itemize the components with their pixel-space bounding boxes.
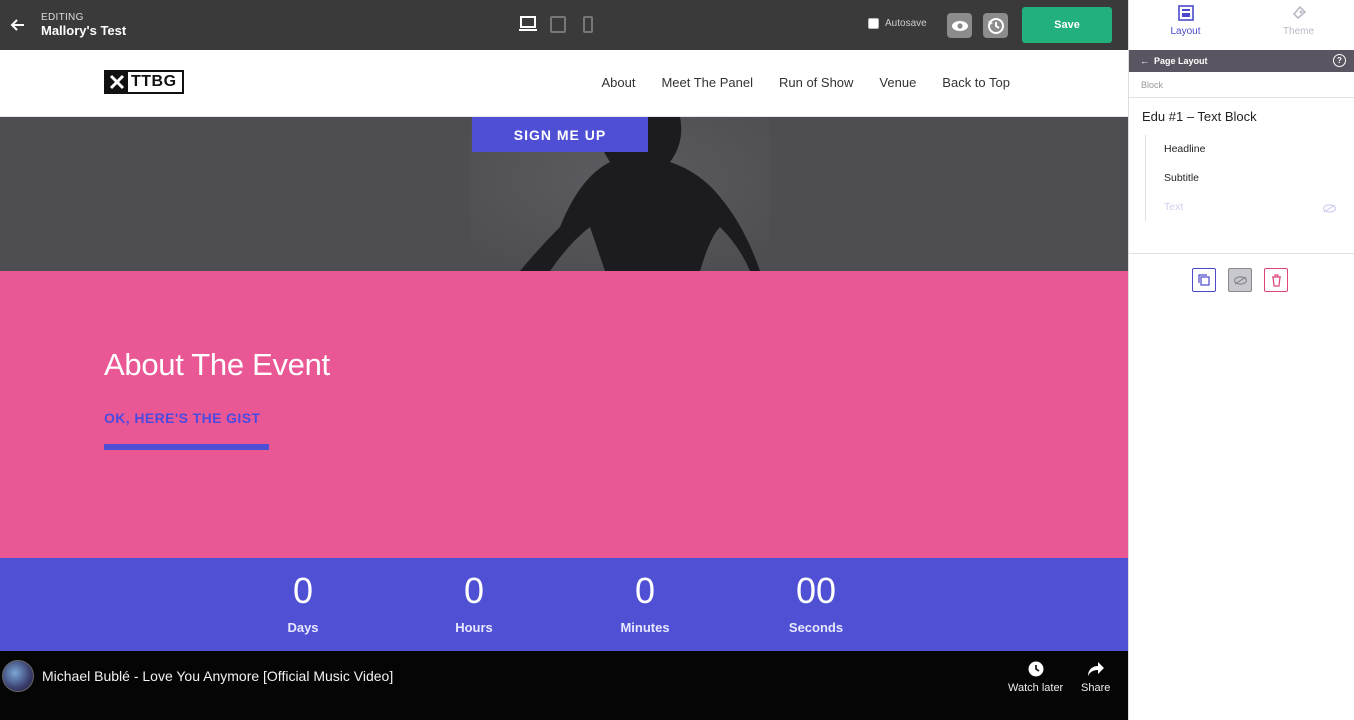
tab-theme[interactable]: Theme [1242,0,1354,50]
logo-text: TTBG [131,73,177,90]
eye-icon [951,20,968,31]
panel-tabs: Layout Theme [1129,0,1354,50]
editor-toolbar: EDITING Mallory's Test Autosave Save [0,0,1128,50]
duplicate-button[interactable] [1192,268,1216,292]
save-button[interactable]: Save [1022,7,1112,43]
countdown-minutes-value: 0 [634,570,656,611]
nav-link-meet-the-panel[interactable]: Meet The Panel [661,75,753,90]
block-item-subtitle[interactable]: Subtitle [1164,172,1199,184]
theme-brush-icon [1292,5,1306,20]
panel-divider [1129,97,1354,98]
layout-icon [1177,5,1194,21]
nav-link-back-to-top[interactable]: Back to Top [942,75,1010,90]
countdown-days-value: 0 [292,570,314,611]
countdown-hours: 0 Hours [414,570,534,635]
trash-icon [1271,273,1281,287]
countdown-minutes: 0 Minutes [585,570,705,635]
panel-header-title: Page Layout [1154,56,1208,66]
help-icon[interactable]: ? [1333,54,1346,67]
video-title[interactable]: Michael Bublé - Love You Anymore [Offici… [42,668,393,684]
preview-button[interactable] [947,13,972,38]
video-overlay-bar: Michael Bublé - Love You Anymore [Offici… [0,651,1128,720]
tab-layout-label: Layout [1170,26,1201,37]
device-switcher [519,15,597,33]
countdown-seconds-label: Seconds [788,620,844,635]
tab-layout[interactable]: Layout [1129,0,1242,50]
block-item-text[interactable]: Text [1164,201,1183,213]
site-logo[interactable]: TTBG [104,70,184,94]
block-actions [1192,268,1288,292]
panel-divider [1129,253,1354,254]
panel-back-icon[interactable]: ← [1140,56,1149,66]
mobile-view-icon[interactable] [579,15,597,33]
about-divider-bar [104,444,269,450]
sign-me-up-button[interactable]: SIGN ME UP [472,117,648,152]
duplicate-icon [1198,274,1210,286]
hide-eye-icon [1233,275,1247,285]
countdown-hours-label: Hours [455,620,493,635]
delete-button[interactable] [1264,268,1288,292]
countdown-hours-value: 0 [463,570,485,611]
share-button[interactable]: Share [1081,661,1110,694]
hidden-eye-icon[interactable] [1322,200,1337,218]
about-subtitle[interactable]: OK, HERE'S THE GIST [104,410,260,426]
tools-logo-icon [106,72,128,92]
hero-section: SIGN ME UP [0,117,1128,271]
autosave-toggle[interactable]: Autosave [868,18,927,29]
desktop-view-icon[interactable] [519,15,537,33]
about-section[interactable]: About The Event OK, HERE'S THE GIST [0,271,1128,558]
share-arrow-icon [1087,662,1104,676]
site-navigation: TTBG About Meet The Panel Run of Show Ve… [0,50,1128,117]
history-icon [987,17,1004,34]
countdown-days: 0 Days [243,570,363,635]
autosave-label: Autosave [885,18,927,29]
watch-later-label: Watch later [1008,682,1064,694]
hide-button[interactable] [1228,268,1252,292]
nav-link-run-of-show[interactable]: Run of Show [779,75,853,90]
block-title: Edu #1 – Text Block [1142,109,1257,124]
countdown-days-label: Days [287,620,319,635]
countdown-seconds: 00 Seconds [756,570,876,635]
about-title[interactable]: About The Event [104,347,330,383]
block-item-headline[interactable]: Headline [1164,143,1205,155]
block-label: Block [1141,80,1164,90]
nav-link-about[interactable]: About [601,75,635,90]
countdown-section: 0 Days 0 Hours 0 Minutes 00 Seconds [0,558,1128,651]
nav-link-venue[interactable]: Venue [879,75,916,90]
watch-later-button[interactable]: Watch later [1008,661,1063,694]
autosave-checkbox[interactable] [868,18,879,29]
history-button[interactable] [983,13,1008,38]
nav-links: About Meet The Panel Run of Show Venue B… [601,75,1010,90]
tree-guide-line [1145,135,1146,221]
panel-header: ← Page Layout ? [1129,50,1354,72]
editor-side-panel: Layout Theme ← Page Layout ? Block Edu #… [1128,0,1354,720]
countdown-minutes-label: Minutes [620,620,670,635]
page-name: Mallory's Test [41,23,127,38]
share-label: Share [1081,682,1111,694]
editing-label: EDITING [41,12,84,23]
countdown-seconds-value: 00 [795,570,837,611]
back-arrow-icon[interactable] [8,16,26,34]
clock-icon [1028,661,1044,677]
tablet-view-icon[interactable] [549,15,567,33]
channel-avatar[interactable] [2,660,34,692]
tab-theme-label: Theme [1282,26,1315,37]
